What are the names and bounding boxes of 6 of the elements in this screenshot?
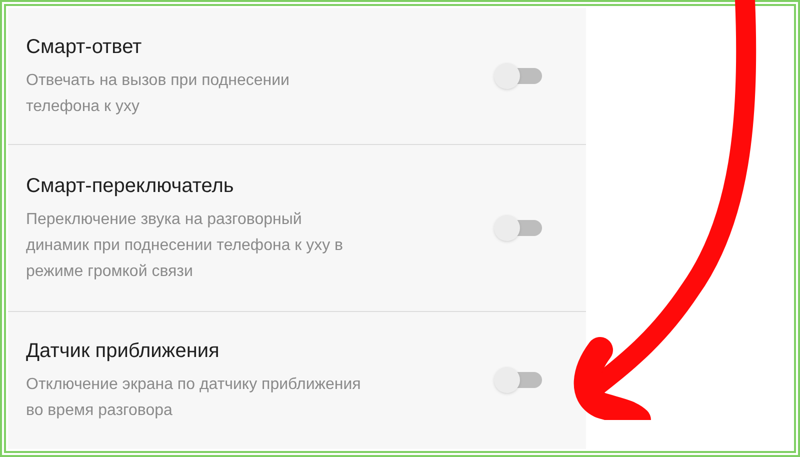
setting-title: Смарт-ответ: [26, 35, 143, 60]
setting-title: Смарт-переключатель: [26, 174, 235, 199]
setting-title: Датчик приближения: [26, 339, 220, 364]
setting-description: Отключение экрана по датчику приближения во время разговора: [26, 375, 362, 422]
setting-description: Переключение звука на разговорный динамик при поднесении телефона к уху в режиме громкой связи: [26, 210, 344, 282]
setting-description: Отвечать на вызов при поднесении телефона к уху: [26, 71, 290, 118]
